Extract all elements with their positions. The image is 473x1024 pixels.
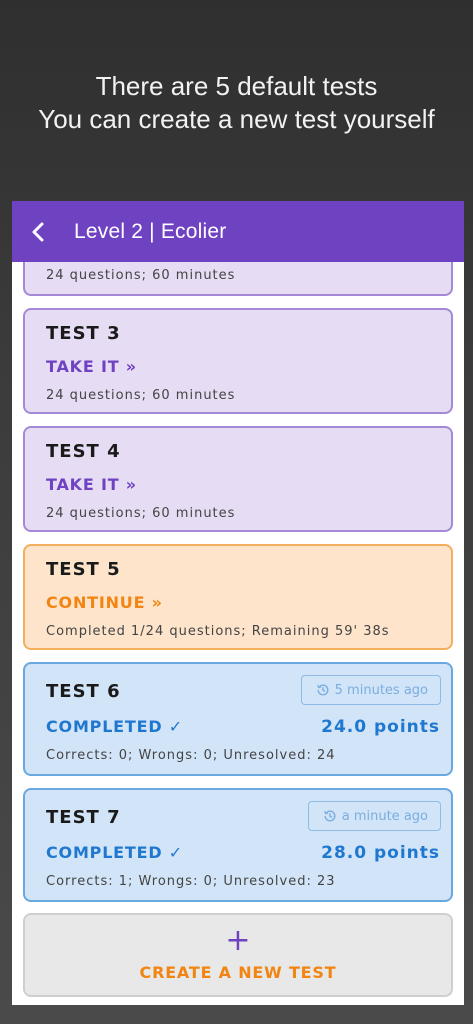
test-title: TEST 4 (46, 441, 121, 462)
promo-line-2: You can create a new test yourself (38, 104, 435, 134)
history-icon (316, 684, 329, 696)
completed-link[interactable]: COMPLETED ✓ (46, 717, 183, 736)
test-title: TEST 5 (46, 559, 121, 580)
history-icon (323, 810, 336, 822)
page-title: Level 2 | Ecolier (74, 219, 227, 243)
test-card[interactable]: TEST 4 TAKE IT » 24 questions; 60 minute… (23, 426, 453, 532)
test-card[interactable]: TEST 5 CONTINUE » Completed 1/24 questio… (23, 544, 453, 650)
test-info: Corrects: 0; Wrongs: 0; Unresolved: 24 (46, 748, 336, 763)
test-title: TEST 3 (46, 323, 121, 344)
test-card[interactable]: TEST 6 5 minutes ago COMPLETED ✓ 24.0 po… (23, 662, 453, 776)
test-info: Completed 1/24 questions; Remaining 59' … (46, 624, 390, 639)
test-card[interactable]: TEST 7 a minute ago COMPLETED ✓ 28.0 poi… (23, 788, 453, 902)
test-info: 24 questions; 60 minutes (46, 506, 236, 521)
take-it-link[interactable]: TAKE IT » (46, 475, 137, 494)
test-title: TEST 7 (46, 807, 121, 828)
completed-link[interactable]: COMPLETED ✓ (46, 843, 183, 862)
history-badge[interactable]: a minute ago (307, 801, 441, 831)
continue-link[interactable]: CONTINUE » (46, 593, 163, 612)
chevron-left-icon (32, 222, 44, 241)
create-test-button[interactable]: + CREATE A NEW TEST (23, 913, 453, 997)
points-value: 28.0 points (321, 843, 440, 863)
test-info: 24 questions; 60 minutes (46, 268, 236, 283)
test-card[interactable]: 24 questions; 60 minutes (23, 262, 453, 296)
test-info: 24 questions; 60 minutes (46, 388, 236, 403)
points-value: 24.0 points (321, 717, 440, 737)
create-test-label: CREATE A NEW TEST (139, 963, 337, 982)
promo-caption: There are 5 default tests You can create… (0, 70, 473, 136)
time-ago-text: 5 minutes ago (334, 682, 428, 698)
back-button[interactable] (14, 201, 64, 262)
test-list[interactable]: 24 questions; 60 minutes TEST 3 TAKE IT … (12, 262, 464, 1005)
app-bar: Level 2 | Ecolier (12, 201, 464, 262)
test-title: TEST 6 (46, 681, 121, 702)
history-badge[interactable]: 5 minutes ago (300, 675, 441, 705)
time-ago-text: a minute ago (341, 808, 428, 824)
promo-line-1: There are 5 default tests (95, 71, 378, 101)
take-it-link[interactable]: TAKE IT » (46, 357, 137, 376)
phone-screen: Level 2 | Ecolier 24 questions; 60 minut… (12, 201, 464, 1005)
plus-icon: + (225, 923, 251, 958)
test-info: Corrects: 1; Wrongs: 0; Unresolved: 23 (46, 874, 336, 889)
test-card[interactable]: TEST 3 TAKE IT » 24 questions; 60 minute… (23, 308, 453, 414)
